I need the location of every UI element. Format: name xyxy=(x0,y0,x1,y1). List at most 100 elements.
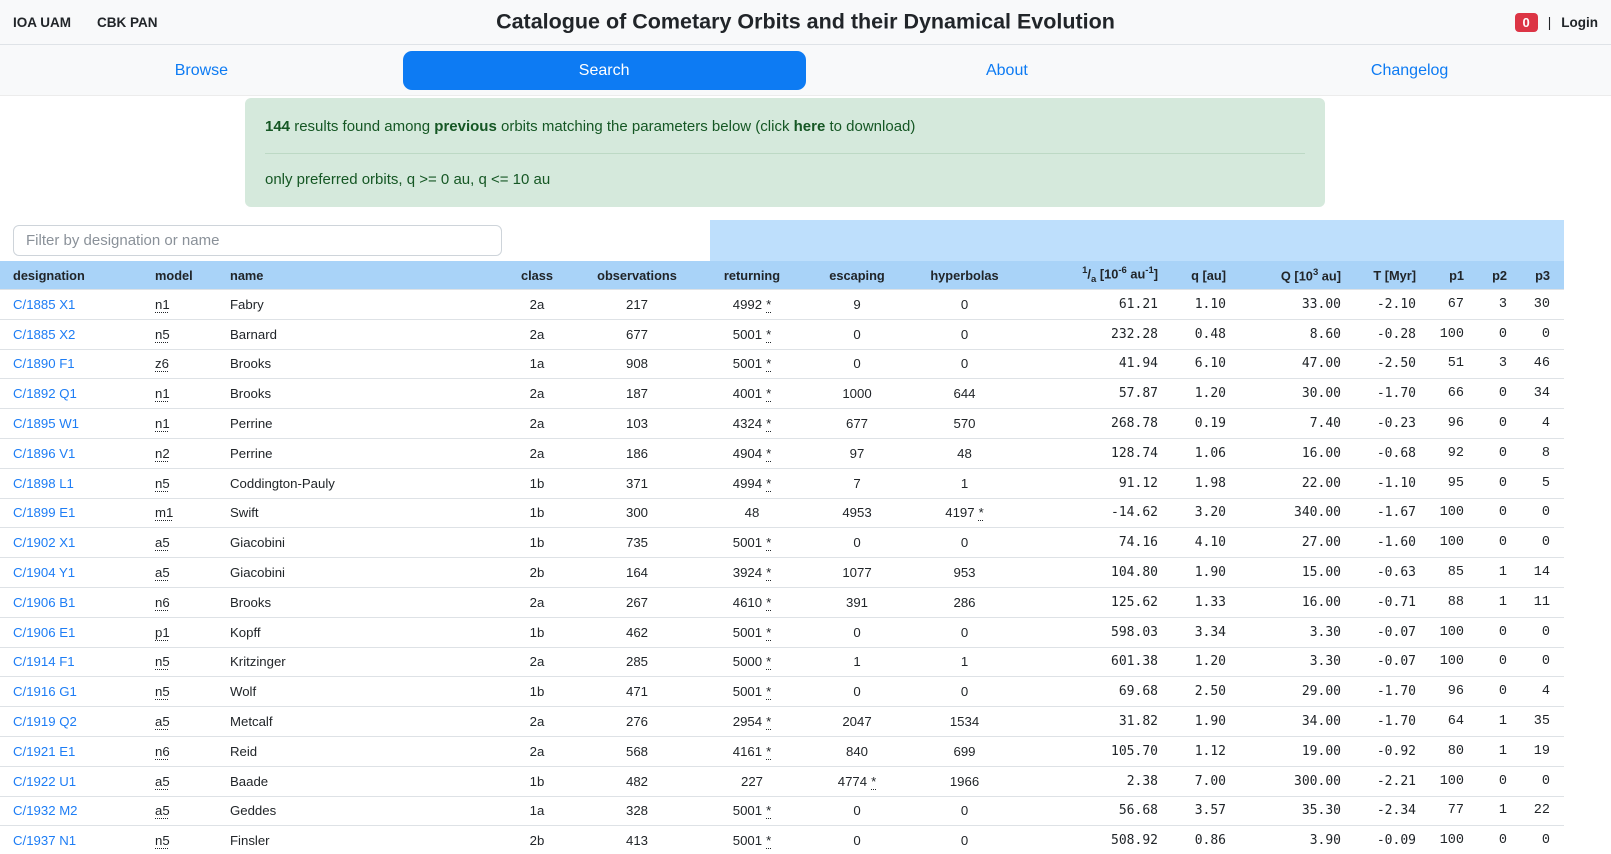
cell-model: a5 xyxy=(142,796,217,826)
model-link[interactable]: a5 xyxy=(155,565,170,580)
designation-link[interactable]: C/1921 E1 xyxy=(13,744,75,759)
cell-name: Baade xyxy=(217,766,497,796)
model-link[interactable]: n1 xyxy=(155,297,170,312)
cell-inv_a: 128.74 xyxy=(1022,438,1172,468)
cell-escaping: 4953 xyxy=(807,498,907,528)
cell-q: 3.34 xyxy=(1172,617,1240,647)
cell-observations: 276 xyxy=(577,707,697,737)
table-row: C/1896 V1n2Perrine2a1864904*9748128.741.… xyxy=(0,438,1564,468)
model-link[interactable]: n1 xyxy=(155,416,170,431)
tab-changelog[interactable]: Changelog xyxy=(1208,51,1611,90)
designation-link[interactable]: C/1899 E1 xyxy=(13,505,75,520)
designation-link[interactable]: C/1885 X1 xyxy=(13,297,75,312)
designation-link[interactable]: C/1896 V1 xyxy=(13,446,75,461)
cell-designation: C/1914 F1 xyxy=(0,647,142,677)
model-link[interactable]: p1 xyxy=(155,625,170,640)
note-asterisk[interactable]: * xyxy=(766,714,771,729)
cell-class: 2a xyxy=(497,647,577,677)
cell-hyperbolas: 1534 xyxy=(907,707,1022,737)
link-ioa-uam[interactable]: IOA UAM xyxy=(13,15,71,30)
note-asterisk[interactable]: * xyxy=(766,327,771,342)
note-asterisk[interactable]: * xyxy=(766,356,771,371)
login-link[interactable]: Login xyxy=(1561,15,1598,30)
tab-browse[interactable]: Browse xyxy=(0,51,403,90)
model-link[interactable]: a5 xyxy=(155,803,170,818)
cell-name: Metcalf xyxy=(217,707,497,737)
cell-p3: 19 xyxy=(1521,736,1564,766)
cell-p2: 1 xyxy=(1478,707,1521,737)
designation-link[interactable]: C/1937 N1 xyxy=(13,833,76,848)
note-asterisk[interactable]: * xyxy=(766,446,771,461)
designation-link[interactable]: C/1932 M2 xyxy=(13,803,78,818)
designation-link[interactable]: C/1902 X1 xyxy=(13,535,75,550)
designation-link[interactable]: C/1914 F1 xyxy=(13,654,75,669)
cell-p1: 100 xyxy=(1430,766,1478,796)
designation-link[interactable]: C/1892 Q1 xyxy=(13,386,77,401)
note-asterisk[interactable]: * xyxy=(766,654,771,669)
note-asterisk[interactable]: * xyxy=(766,744,771,759)
model-link[interactable]: m1 xyxy=(155,505,173,520)
download-here-link[interactable]: here xyxy=(794,118,826,135)
designation-link[interactable]: C/1906 E1 xyxy=(13,625,75,640)
note-asterisk[interactable]: * xyxy=(766,535,771,550)
cell-p1: 96 xyxy=(1430,409,1478,439)
note-asterisk[interactable]: * xyxy=(766,416,771,431)
note-asterisk[interactable]: * xyxy=(871,774,876,789)
note-asterisk[interactable]: * xyxy=(766,565,771,580)
note-asterisk[interactable]: * xyxy=(766,386,771,401)
cell-p3: 46 xyxy=(1521,349,1564,379)
model-link[interactable]: a5 xyxy=(155,535,170,550)
cell-returning: 4161* xyxy=(697,736,807,766)
model-link[interactable]: a5 xyxy=(155,774,170,789)
tab-about[interactable]: About xyxy=(806,51,1209,90)
cell-model: n5 xyxy=(142,677,217,707)
cell-p2: 0 xyxy=(1478,409,1521,439)
note-asterisk[interactable]: * xyxy=(766,684,771,699)
cell-Q: 16.00 xyxy=(1240,438,1355,468)
column-header-inv_a: 1/a [10-6 au-1] xyxy=(1022,261,1172,290)
model-link[interactable]: n6 xyxy=(155,595,170,610)
cell-Q: 300.00 xyxy=(1240,766,1355,796)
cell-p2: 0 xyxy=(1478,528,1521,558)
cell-observations: 735 xyxy=(577,528,697,558)
note-asterisk[interactable]: * xyxy=(979,505,984,520)
note-asterisk[interactable]: * xyxy=(766,595,771,610)
designation-link[interactable]: C/1919 Q2 xyxy=(13,714,77,729)
model-link[interactable]: n1 xyxy=(155,386,170,401)
cell-hyperbolas: 0 xyxy=(907,290,1022,320)
link-cbk-pan[interactable]: CBK PAN xyxy=(97,15,158,30)
cell-q: 2.50 xyxy=(1172,677,1240,707)
filter-input[interactable] xyxy=(13,225,502,256)
designation-link[interactable]: C/1890 F1 xyxy=(13,356,75,371)
note-asterisk[interactable]: * xyxy=(766,833,771,848)
cell-p3: 4 xyxy=(1521,677,1564,707)
filter-panel xyxy=(0,220,1564,261)
model-link[interactable]: n5 xyxy=(155,654,170,669)
model-link[interactable]: n5 xyxy=(155,476,170,491)
cell-inv_a: 91.12 xyxy=(1022,468,1172,498)
cell-designation: C/1890 F1 xyxy=(0,349,142,379)
designation-link[interactable]: C/1906 B1 xyxy=(13,595,75,610)
cell-q: 0.86 xyxy=(1172,826,1240,854)
model-link[interactable]: z6 xyxy=(155,356,169,371)
designation-link[interactable]: C/1895 W1 xyxy=(13,416,79,431)
designation-link[interactable]: C/1898 L1 xyxy=(13,476,74,491)
notification-badge[interactable]: 0 xyxy=(1515,13,1538,32)
tab-search[interactable]: Search xyxy=(403,51,806,90)
cell-escaping: 0 xyxy=(807,617,907,647)
designation-link[interactable]: C/1922 U1 xyxy=(13,774,76,789)
designation-link[interactable]: C/1885 X2 xyxy=(13,327,75,342)
cell-returning: 227 xyxy=(697,766,807,796)
model-link[interactable]: a5 xyxy=(155,714,170,729)
note-asterisk[interactable]: * xyxy=(766,476,771,491)
model-link[interactable]: n5 xyxy=(155,327,170,342)
note-asterisk[interactable]: * xyxy=(766,625,771,640)
note-asterisk[interactable]: * xyxy=(766,803,771,818)
model-link[interactable]: n5 xyxy=(155,833,170,848)
model-link[interactable]: n2 xyxy=(155,446,170,461)
designation-link[interactable]: C/1916 G1 xyxy=(13,684,77,699)
note-asterisk[interactable]: * xyxy=(766,297,771,312)
designation-link[interactable]: C/1904 Y1 xyxy=(13,565,75,580)
model-link[interactable]: n5 xyxy=(155,684,170,699)
model-link[interactable]: n6 xyxy=(155,744,170,759)
